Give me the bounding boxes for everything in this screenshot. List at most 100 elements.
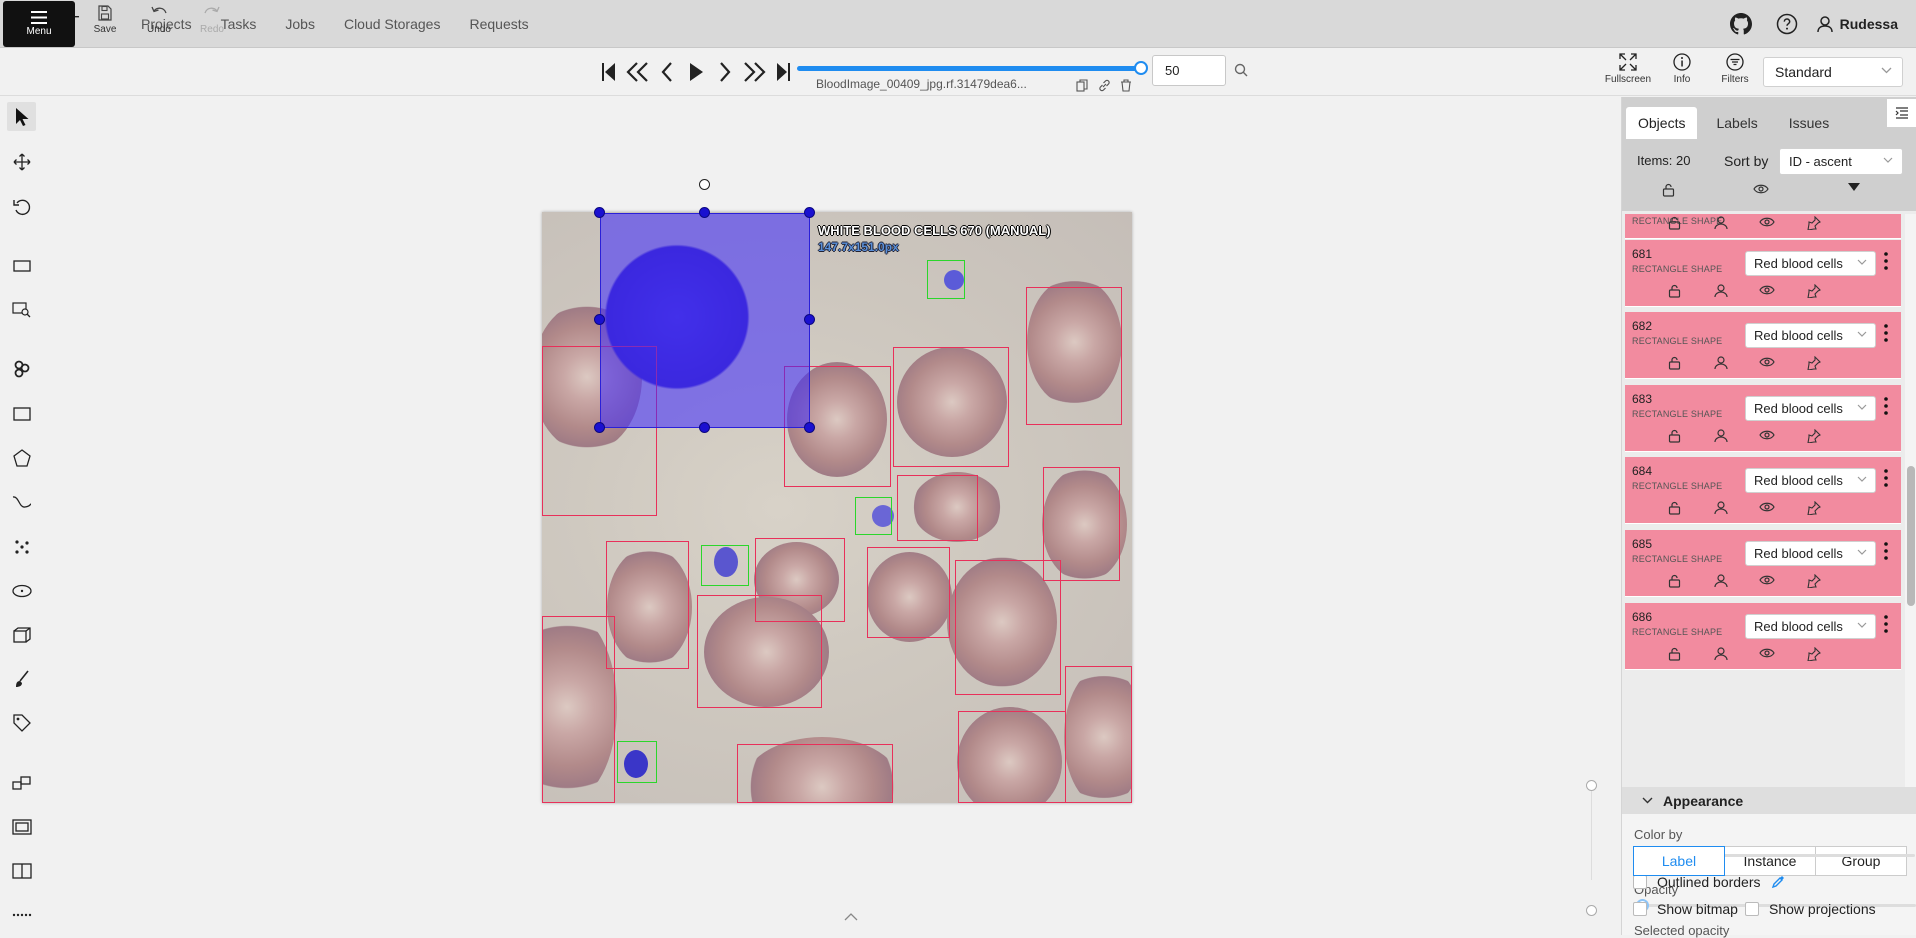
user-menu[interactable]: Rudessa bbox=[1816, 15, 1898, 33]
eye-all-icon[interactable] bbox=[1753, 183, 1769, 195]
more-tools-button[interactable] bbox=[7, 900, 36, 929]
draw-cuboid-tool[interactable] bbox=[7, 620, 36, 649]
fit-image-tool[interactable] bbox=[7, 251, 36, 280]
play-button[interactable] bbox=[681, 61, 710, 83]
pin-icon[interactable] bbox=[1807, 429, 1821, 443]
more-vertical-icon[interactable] bbox=[1884, 324, 1888, 342]
occluded-icon[interactable] bbox=[1714, 574, 1728, 588]
bbox-red-blood-cell[interactable] bbox=[867, 547, 950, 638]
occluded-icon[interactable] bbox=[1714, 429, 1728, 443]
eye-icon[interactable] bbox=[1759, 284, 1775, 296]
eye-icon[interactable] bbox=[1759, 356, 1775, 368]
scrollbar-thumb[interactable] bbox=[1907, 466, 1915, 606]
occluded-icon[interactable] bbox=[1714, 647, 1728, 661]
bbox-platelet[interactable] bbox=[927, 260, 965, 299]
show-projections-checkbox[interactable]: Show projections bbox=[1745, 901, 1876, 917]
eye-icon[interactable] bbox=[1759, 429, 1775, 441]
list-item-object[interactable]: 686 RECTANGLE SHAPE Red blood cells bbox=[1625, 603, 1901, 670]
cursor-tool[interactable] bbox=[7, 102, 36, 131]
sort-select[interactable]: ID - ascent bbox=[1779, 148, 1903, 175]
lock-icon[interactable] bbox=[1668, 216, 1681, 230]
occluded-icon[interactable] bbox=[1714, 356, 1728, 370]
rotation-handle[interactable] bbox=[699, 179, 710, 190]
chevron-up-icon[interactable] bbox=[844, 912, 858, 921]
list-item-object[interactable]: 681 RECTANGLE SHAPE Red blood cells bbox=[1625, 240, 1901, 307]
zoom-track[interactable] bbox=[1591, 790, 1592, 880]
pin-icon[interactable] bbox=[1807, 216, 1821, 230]
pin-icon[interactable] bbox=[1807, 284, 1821, 298]
resize-handle[interactable] bbox=[594, 207, 605, 218]
appearance-header[interactable]: Appearance bbox=[1622, 787, 1916, 814]
nav-jobs[interactable]: Jobs bbox=[285, 16, 315, 32]
draw-points-tool[interactable] bbox=[7, 532, 36, 561]
resize-handle[interactable] bbox=[804, 207, 815, 218]
bbox-red-blood-cell[interactable] bbox=[893, 347, 1009, 467]
resize-handle[interactable] bbox=[699, 422, 710, 433]
list-item-partial[interactable]: RECTANGLE SHAPE bbox=[1625, 214, 1901, 239]
object-label-select[interactable]: Red blood cells bbox=[1745, 468, 1876, 493]
lock-icon[interactable] bbox=[1668, 647, 1681, 661]
object-label-select[interactable]: Red blood cells bbox=[1745, 323, 1876, 348]
resize-handle[interactable] bbox=[804, 314, 815, 325]
more-vertical-icon[interactable] bbox=[1884, 469, 1888, 487]
draw-polygon-tool[interactable] bbox=[7, 443, 36, 472]
bbox-red-blood-cell[interactable] bbox=[1026, 287, 1122, 425]
save-button[interactable]: Save bbox=[81, 5, 129, 43]
draw-polyline-tool[interactable] bbox=[7, 487, 36, 516]
bbox-red-blood-cell[interactable] bbox=[697, 595, 822, 708]
lock-all-icon[interactable] bbox=[1662, 183, 1675, 197]
eye-icon[interactable] bbox=[1759, 216, 1775, 228]
lock-icon[interactable] bbox=[1668, 574, 1681, 588]
pin-icon[interactable] bbox=[1807, 501, 1821, 515]
filters-button[interactable]: Filters bbox=[1710, 53, 1760, 91]
sidebar-collapse-button[interactable] bbox=[1887, 99, 1916, 127]
lock-icon[interactable] bbox=[1668, 356, 1681, 370]
rotate-tool[interactable] bbox=[7, 192, 36, 221]
pin-icon[interactable] bbox=[1807, 356, 1821, 370]
split-tool[interactable] bbox=[7, 856, 36, 885]
list-item-object[interactable]: 685 RECTANGLE SHAPE Red blood cells bbox=[1625, 530, 1901, 597]
object-label-select[interactable]: Red blood cells bbox=[1745, 251, 1876, 276]
lock-icon[interactable] bbox=[1668, 284, 1681, 298]
lock-icon[interactable] bbox=[1668, 501, 1681, 515]
list-item-object[interactable]: 683 RECTANGLE SHAPE Red blood cells bbox=[1625, 385, 1901, 452]
first-frame-button[interactable] bbox=[594, 61, 623, 83]
bbox-red-blood-cell[interactable] bbox=[897, 475, 978, 541]
selected-bbox-white-blood-cell[interactable] bbox=[600, 213, 810, 428]
show-bitmap-checkbox[interactable]: Show bitmap bbox=[1633, 901, 1738, 917]
color-by-group-option[interactable]: Group bbox=[1815, 846, 1907, 876]
help-icon[interactable] bbox=[1774, 11, 1800, 37]
delete-frame-icon[interactable] bbox=[1115, 79, 1137, 92]
tab-issues[interactable]: Issues bbox=[1777, 107, 1841, 139]
list-item-object[interactable]: 682 RECTANGLE SHAPE Red blood cells bbox=[1625, 312, 1901, 379]
objects-scrollbar[interactable] bbox=[1905, 214, 1916, 787]
eye-icon[interactable] bbox=[1759, 647, 1775, 659]
ai-tools[interactable] bbox=[7, 354, 36, 383]
zoom-region-tool[interactable] bbox=[7, 295, 36, 324]
link-icon[interactable] bbox=[1093, 79, 1115, 92]
object-label-select[interactable]: Red blood cells bbox=[1745, 396, 1876, 421]
more-vertical-icon[interactable] bbox=[1884, 397, 1888, 415]
nav-cloud-storages[interactable]: Cloud Storages bbox=[344, 16, 441, 32]
copy-icon[interactable] bbox=[1071, 79, 1093, 92]
occluded-icon[interactable] bbox=[1714, 501, 1728, 515]
outlined-borders-checkbox[interactable]: Outlined borders bbox=[1633, 874, 1785, 890]
previous-frame-button[interactable] bbox=[652, 61, 681, 83]
brush-tool[interactable] bbox=[7, 664, 36, 693]
next-frame-button[interactable] bbox=[710, 61, 739, 83]
frame-slider[interactable] bbox=[797, 66, 1142, 71]
search-frame-icon[interactable] bbox=[1234, 63, 1248, 77]
more-vertical-icon[interactable] bbox=[1884, 615, 1888, 633]
color-by-label-option[interactable]: Label bbox=[1633, 846, 1725, 876]
forward-step-button[interactable] bbox=[739, 61, 768, 83]
github-icon[interactable] bbox=[1728, 11, 1754, 37]
draw-ellipse-tool[interactable] bbox=[7, 576, 36, 605]
bbox-red-blood-cell[interactable] bbox=[955, 560, 1061, 695]
expand-all-icon[interactable] bbox=[1848, 183, 1860, 191]
object-label-select[interactable]: Red blood cells bbox=[1745, 541, 1876, 566]
object-label-select[interactable]: Red blood cells bbox=[1745, 614, 1876, 639]
zoom-slider-bottom[interactable] bbox=[1586, 905, 1597, 916]
bbox-platelet[interactable] bbox=[701, 545, 749, 586]
zoom-slider-top[interactable] bbox=[1586, 780, 1597, 791]
occluded-icon[interactable] bbox=[1714, 216, 1728, 230]
